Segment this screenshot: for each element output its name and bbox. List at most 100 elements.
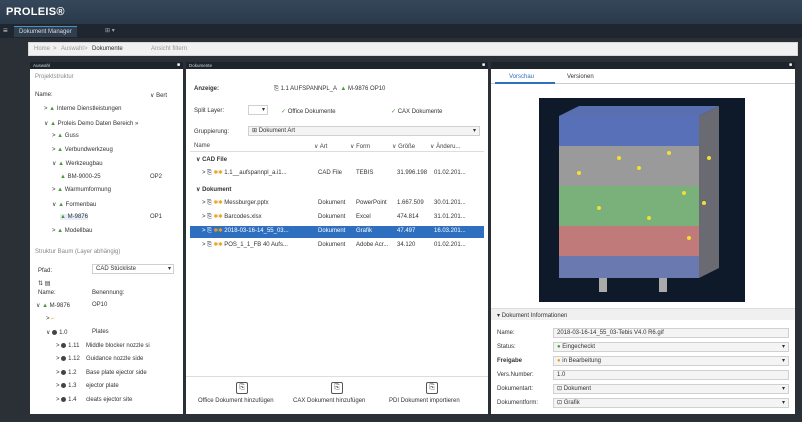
anzeige-text: 1.1 AUFSPANNPL_A (280, 86, 338, 92)
folder-icon: ⌐ (51, 315, 55, 322)
tree-item[interactable]: ▲ BM-9000-25 OP2 (60, 174, 162, 180)
col-size-label: Größe (398, 144, 416, 150)
info-field-label: Name: (497, 330, 515, 336)
col-art[interactable]: ∨ Art (314, 143, 327, 150)
table-row[interactable]: > ⎘ ✱✱ 2018-03-16-14_55_03... Dokument Gra… (190, 226, 484, 238)
info-header-bar[interactable]: ▾ Dokument Informationen (491, 308, 795, 320)
breadcrumb-auswahl[interactable]: Auswahl (61, 46, 84, 52)
table-row[interactable]: > ⎘ ✱✱ POS_1_1_FB 40 Aufs... Dokument Adob… (190, 240, 484, 252)
tree-item-label: Werkzeugbau (65, 161, 103, 167)
struct-item[interactable]: > 1.3 ejector plate (56, 383, 119, 389)
part-icon (61, 356, 67, 361)
tree-item[interactable]: > ▲ Interne Dienstleistungen (44, 106, 122, 112)
cell-date: 31.01.201... (434, 214, 466, 220)
pfad-select[interactable]: CAD Stückliste ▾ (92, 264, 174, 274)
tree-item[interactable]: ▲ M-9876 OP1 (60, 214, 162, 220)
grouping-select[interactable]: ⊞ Dokument Art ▾ (248, 126, 480, 136)
name-filter-text: Bert (156, 93, 168, 99)
tree-item[interactable]: > ▲ Modellbau (52, 228, 92, 234)
struct-item[interactable]: > 1.12 Guidance nozzle side (56, 356, 143, 363)
table-row[interactable]: > ⎘ ✱✱ Barcodes.xlsx Dokument Excel 474.814… (190, 212, 484, 224)
info-field-value[interactable]: ⊡ Dokument ▾ (553, 384, 789, 394)
cax-checkbox[interactable]: ✓ CAX Dokumente (391, 108, 442, 115)
cell-form: TEBIS (356, 170, 374, 176)
tree-item-label: Verbundwerkzeug (64, 146, 113, 153)
table-row[interactable]: > ⎘ ✱✱ Messburger.pptx Dokument PowerPoint… (190, 198, 484, 210)
info-field-value[interactable]: 1.0 (553, 370, 789, 380)
col-name[interactable]: Name (194, 143, 210, 149)
name-filter-value[interactable]: ∨ Bert (150, 92, 167, 99)
group-header[interactable]: ∨ Dokument (196, 186, 231, 193)
filter-view-link[interactable]: Ansicht filtern (151, 46, 187, 52)
tree-item[interactable]: > ▲ Warmumformung (52, 187, 111, 193)
col-form-label: Form (356, 144, 371, 150)
tree-item[interactable]: ∨ ▲ Formenbau (52, 201, 96, 208)
info-field-value[interactable]: ● Eingecheckt ▾ (553, 342, 789, 352)
office-add-icon[interactable]: ⎘ (236, 382, 248, 394)
info-header: ▾ Dokument Informationen (497, 313, 568, 319)
panel-pin-icon[interactable]: ■ (177, 62, 180, 69)
cax-add-icon[interactable]: ⎘ (331, 382, 343, 394)
cax-add-button[interactable]: CAX Dokument hinzufügen (293, 398, 365, 404)
info-field-value[interactable]: 2018-03-16-14_55_03-Tebis V4.0 R6.gif (553, 328, 789, 338)
tree-item[interactable]: ∨ ▲ Proleis Demo Daten Bereich » (44, 120, 138, 127)
tab-dokument-manager[interactable]: Dokument Manager (14, 26, 77, 37)
tab-versionen[interactable]: Versionen (567, 74, 594, 80)
tree-item[interactable]: > ▲ Guss (52, 133, 79, 139)
struct-item[interactable]: > ⌐ (46, 316, 55, 322)
chevron-down-icon: ▾ (472, 128, 476, 134)
pdi-import-icon[interactable]: ⎘ (426, 382, 438, 394)
tab-label: Dokument Manager (19, 29, 72, 35)
col-date[interactable]: ∨ Änderu... (430, 143, 460, 150)
info-header-label: Dokument Informationen (501, 313, 568, 319)
toolbar-icons[interactable]: ⇅ ▤ (38, 280, 50, 287)
check-icon: ✓ (391, 109, 398, 115)
chevron-down-icon: ▾ (781, 344, 785, 350)
struct-item-benennung: ejector plate (86, 383, 119, 389)
cell-form: Grafik (356, 228, 373, 234)
tree-node-icon: ▲ (57, 146, 65, 153)
tab-vorschau[interactable]: Vorschau (509, 74, 534, 80)
tree-item-label: Proleis Demo Daten Bereich » (57, 120, 139, 127)
office-add-button[interactable]: Office Dokument hinzufügen (198, 398, 274, 404)
table-row[interactable]: > ⎘ ✱✱ 1.1__aufspannpl_a.i1... CAD File TE… (190, 168, 484, 180)
info-field-text: Dokument (563, 386, 592, 392)
struct-item[interactable]: > 1.11 Middle blocker nozzle si (56, 342, 150, 349)
pfad-select-value: CAD Stückliste (96, 266, 137, 272)
col-size[interactable]: ∨ Größe (392, 143, 415, 150)
panel-pin-icon[interactable]: ■ (482, 62, 485, 69)
tab-add-label: ⊞ ▾ (105, 28, 115, 34)
struct-item[interactable]: > 1.4 cleats ejector site (56, 396, 132, 403)
cell-form: Excel (356, 214, 371, 220)
struct-item-name: 1.12 (68, 356, 80, 363)
chevron-down-icon: ▾ (781, 400, 785, 406)
panel-pin-icon[interactable]: ■ (789, 62, 792, 69)
split-layer-select[interactable]: ▾ (248, 105, 268, 115)
tree-item[interactable]: > ▲ Verbundwerkzeug (52, 147, 113, 153)
tree-item[interactable]: ∨ ▲ Werkzeugbau (52, 160, 103, 167)
cell-name: > ⎘ ✱✱ 1.1__aufspannpl_a.i1... (202, 170, 287, 177)
cell-name: > ⎘ ✱✱ Messburger.pptx (202, 200, 269, 207)
menu-icon[interactable]: ≡ (3, 26, 8, 35)
breadcrumb-dokumente[interactable]: Dokumente (92, 46, 123, 52)
struct-item[interactable]: > 1.2 Base plate ejector side (56, 369, 147, 376)
cell-name: > ⎘ ✱✱ Barcodes.xlsx (202, 214, 262, 221)
info-field-label: Dokumentart: (497, 386, 534, 392)
tree-node-icon: ▲ (58, 201, 66, 208)
struct-item[interactable]: ∨ ▲ M-9876 OP10 (36, 302, 107, 309)
struct-item[interactable]: ∨ 1.0 Plates (46, 329, 109, 336)
active-tab-indicator (495, 82, 555, 84)
col-form[interactable]: ∨ Form (350, 143, 370, 150)
info-field-value[interactable]: ⊡ Grafik ▾ (553, 398, 789, 408)
info-field-value[interactable]: ● in Bearbeitung ▾ (553, 356, 789, 366)
breadcrumb-home[interactable]: Home (34, 46, 50, 52)
tree-item-label: M-9876 (67, 214, 88, 220)
office-checkbox[interactable]: ✓ Office Dokumente (281, 108, 336, 115)
right-panel: ■ Vorschau Versionen ▾ Dokument Informat… (491, 62, 795, 414)
tab-add[interactable]: ⊞ ▾ (100, 26, 120, 37)
struct-item-name: M-9876 (49, 303, 71, 309)
documents-panel-header: Dokumente ■ (186, 62, 488, 69)
pdi-import-button[interactable]: PDI Dokument importieren (389, 398, 460, 404)
group-header[interactable]: ∨ CAD File (196, 156, 227, 163)
right-panel-header: ■ (491, 62, 795, 69)
